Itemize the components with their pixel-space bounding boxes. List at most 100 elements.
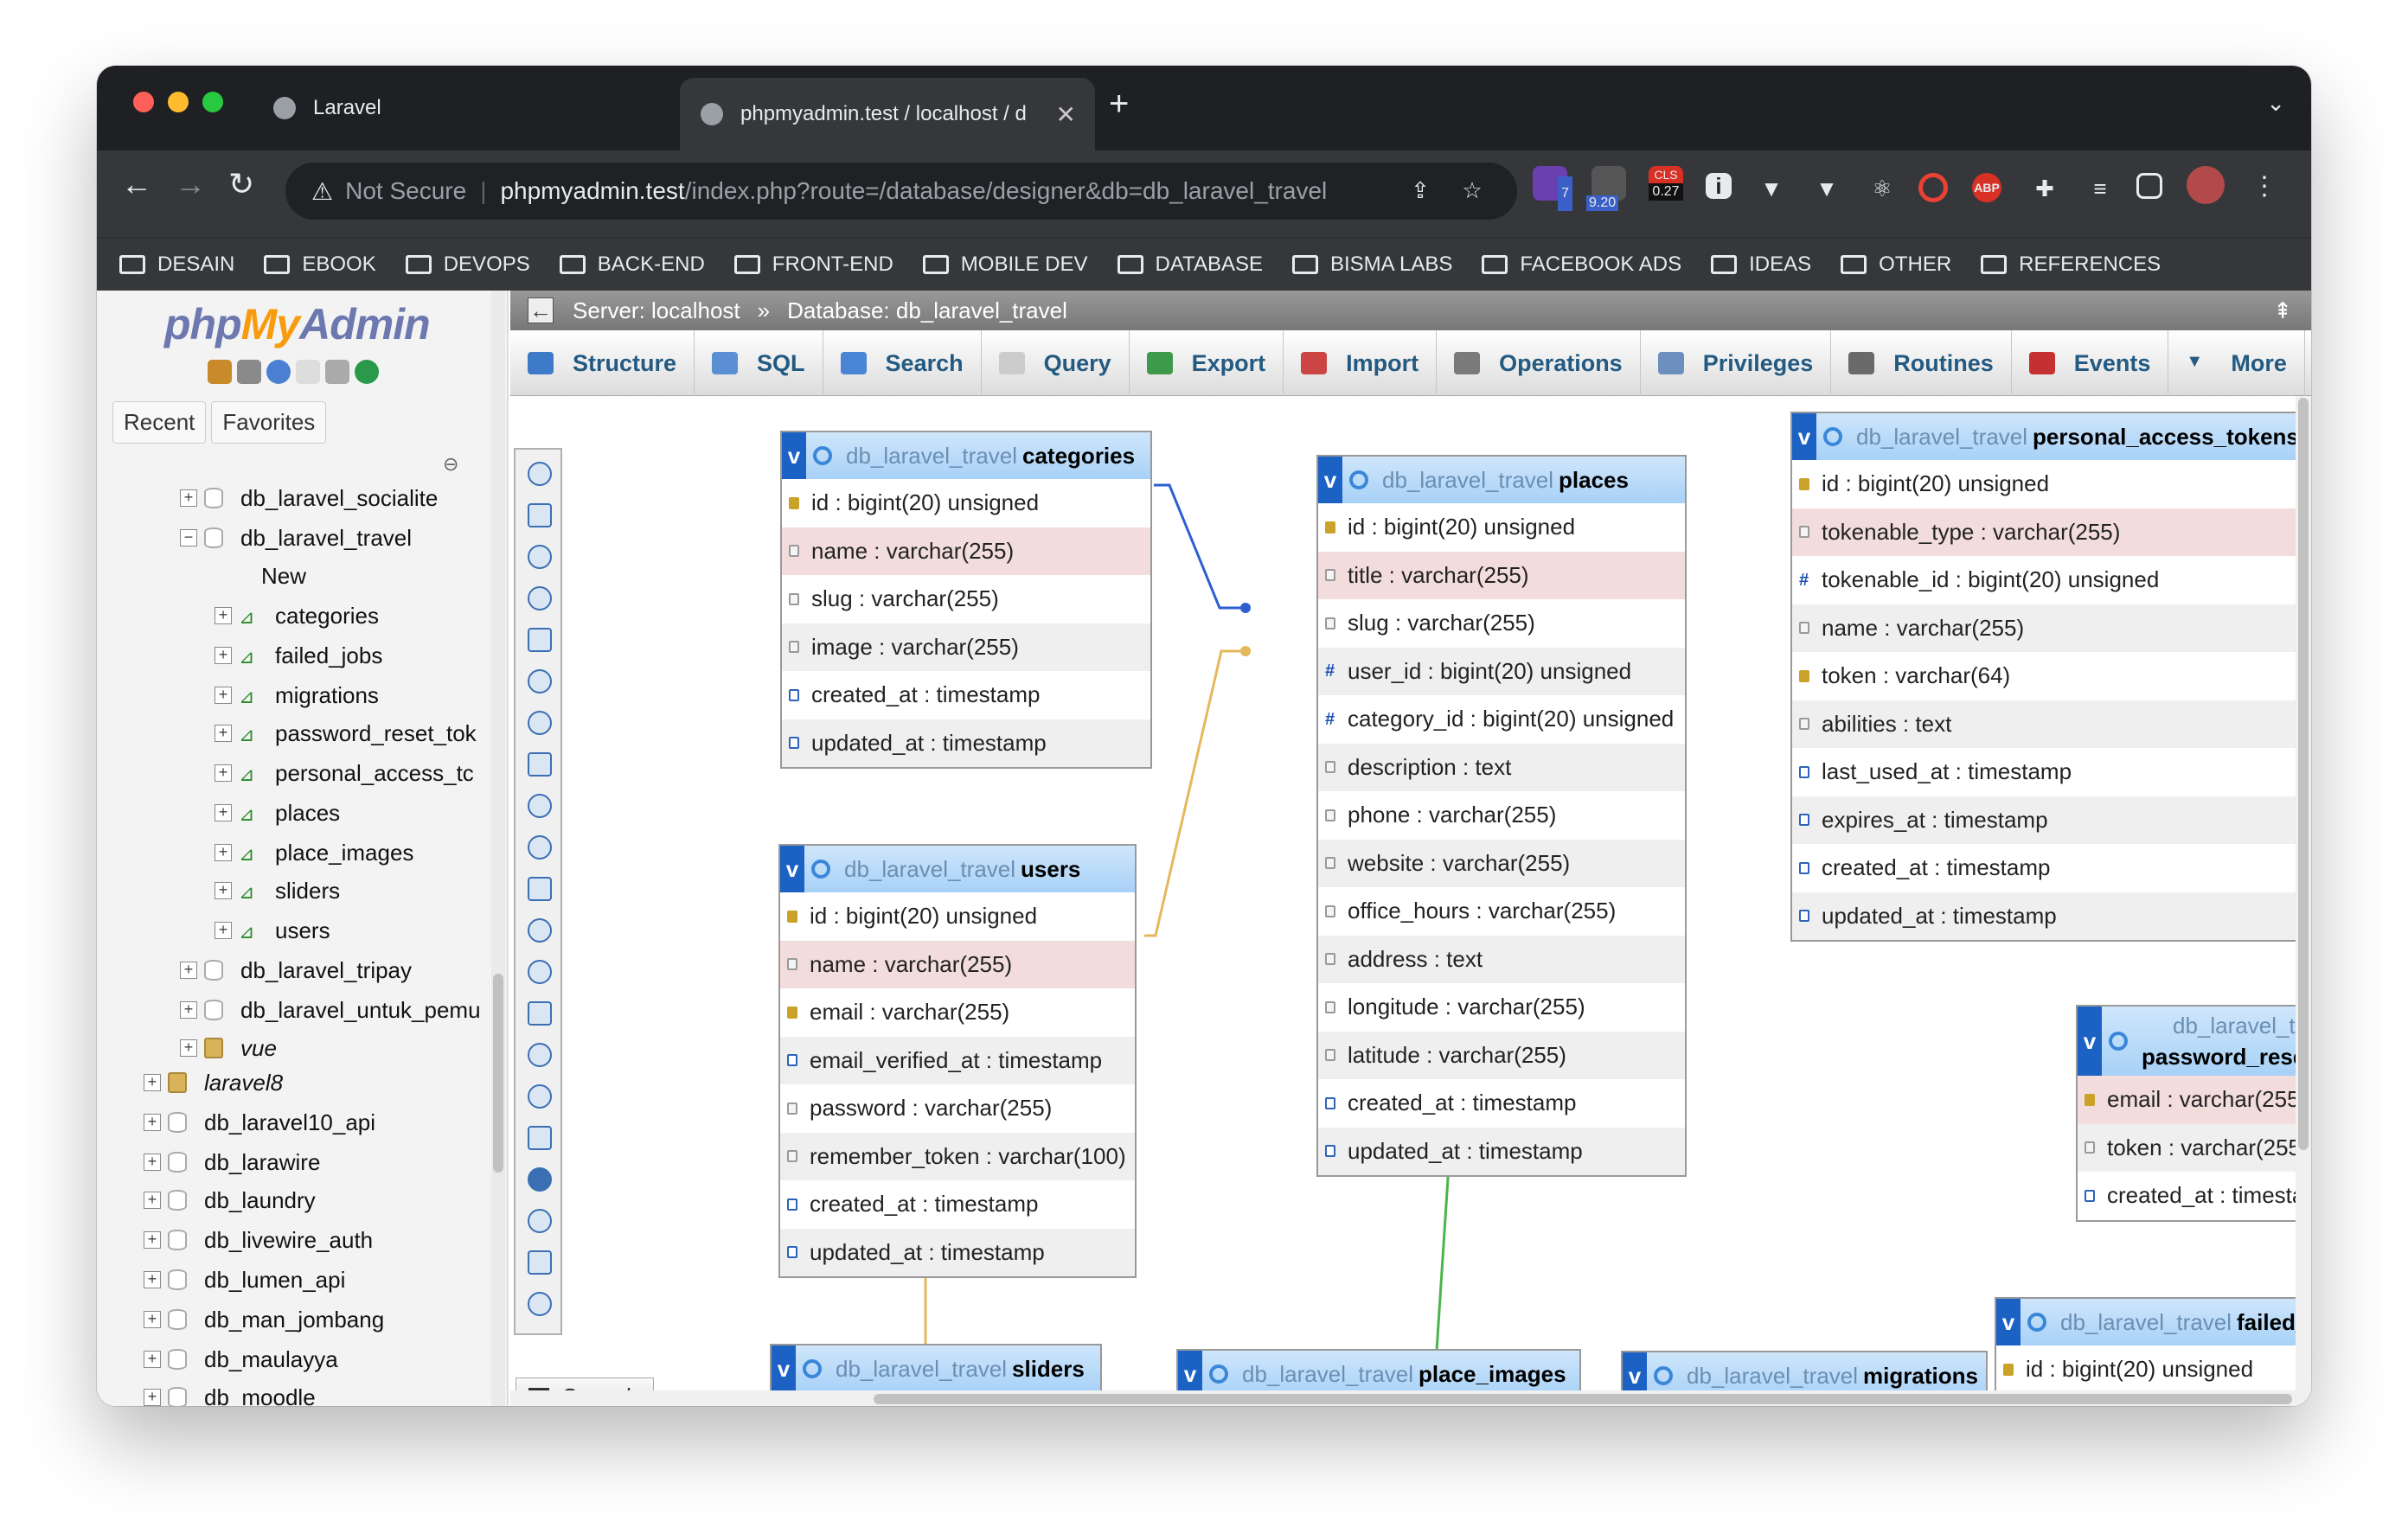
table-column-row[interactable]: name : varchar(255) <box>1792 604 2296 652</box>
tree-item[interactable]: + db_laundry <box>144 1181 316 1219</box>
close-window-button[interactable] <box>133 92 154 112</box>
bookmark-folder[interactable]: DATABASE <box>1117 252 1263 277</box>
expand-icon[interactable]: + <box>215 922 232 939</box>
table-column-row[interactable]: title : varchar(255) <box>1318 551 1685 599</box>
menu-tab-import[interactable]: Import <box>1284 330 1438 396</box>
table-column-row[interactable]: phone : varchar(255) <box>1318 791 1685 840</box>
tree-item[interactable]: + ⊿ categories <box>215 597 379 635</box>
expand-icon[interactable]: + <box>144 1311 161 1328</box>
table-column-row[interactable]: tokenable_type : varchar(255) <box>1792 508 2296 556</box>
table-options-icon[interactable] <box>813 446 832 465</box>
table-column-row[interactable]: updated_at : timestamp <box>780 1228 1135 1276</box>
menu-tab-search[interactable]: Search <box>823 330 982 396</box>
tree-item[interactable]: New <box>215 557 306 595</box>
tree-item[interactable]: + vue <box>180 1029 277 1067</box>
back-icon[interactable]: ← <box>121 166 152 202</box>
table-column-row[interactable]: image : varchar(255) <box>782 623 1150 671</box>
designer-tool-icon[interactable] <box>528 877 552 901</box>
favorites-button[interactable]: Favorites <box>211 401 327 444</box>
menu-tab-more[interactable]: ▼ More <box>2168 330 2305 396</box>
forward-icon[interactable]: → <box>175 166 206 202</box>
designer-tool-icon[interactable] <box>528 503 552 527</box>
table-header[interactable]: v db_laravel_travelfailed_jobs <box>1996 1299 2296 1345</box>
browser-menu-icon[interactable]: ⋮ <box>2247 169 2282 204</box>
toggle-columns-icon[interactable]: v <box>772 1345 796 1392</box>
tree-item[interactable]: − db_laravel_travel <box>180 519 412 557</box>
vue-icon[interactable]: ▼ <box>1809 171 1844 206</box>
collapse-icon[interactable]: − <box>180 529 197 546</box>
tree-item[interactable]: + db_maulayya <box>144 1340 338 1378</box>
settings-gear-icon[interactable] <box>325 360 349 384</box>
tree-item[interactable]: + db_livewire_auth <box>144 1221 373 1259</box>
table-column-row[interactable]: # user_id : bigint(20) unsigned <box>1318 647 1685 695</box>
table-header[interactable]: v db_laravel_travel categories <box>782 432 1150 479</box>
bookmark-folder[interactable]: IDEAS <box>1711 252 1811 277</box>
bookmark-folder[interactable]: BACK-END <box>559 252 705 277</box>
expand-icon[interactable]: + <box>180 489 197 507</box>
vue-devtools-icon[interactable]: ▼ <box>1754 171 1789 206</box>
table-column-row[interactable]: address : text <box>1318 935 1685 983</box>
reload-nav-icon[interactable] <box>355 360 379 384</box>
designer-table-password-reset-tokens[interactable]: v db_laravel_travel password_reset_tokerem… <box>2076 1005 2296 1222</box>
table-column-row[interactable]: id : bigint(20) unsigned <box>1792 460 2296 508</box>
table-column-row[interactable]: created_at : timestamp <box>1792 844 2296 892</box>
address-bar[interactable]: ⚠ Not Secure | phpmyadmin.test /index.ph… <box>285 163 1517 220</box>
expand-icon[interactable]: + <box>215 687 232 704</box>
extensions-puzzle-icon[interactable]: ✚ <box>2027 171 2062 206</box>
bookmark-folder[interactable]: OTHER <box>1841 252 1951 277</box>
tree-item[interactable]: + db_laravel_untuk_pemu <box>180 991 481 1029</box>
designer-tool-icon[interactable] <box>528 1250 552 1275</box>
table-column-row[interactable]: created_at : timestamp <box>1318 1079 1685 1128</box>
table-column-row[interactable]: # category_id : bigint(20) unsigned <box>1318 695 1685 744</box>
menu-tab-events[interactable]: Events <box>2012 330 2169 396</box>
table-options-icon[interactable] <box>2109 1032 2128 1051</box>
designer-table-categories[interactable]: v db_laravel_travel categories id : bigint(… <box>780 431 1152 769</box>
table-column-row[interactable]: token : varchar(64) <box>1792 652 2296 700</box>
table-options-icon[interactable] <box>803 1359 822 1378</box>
chrome-icon[interactable] <box>1918 173 1948 202</box>
menu-tab-query[interactable]: Query <box>982 330 1130 396</box>
expand-icon[interactable]: + <box>215 882 232 899</box>
table-column-row[interactable]: id : bigint(20) unsigned <box>782 479 1150 527</box>
expand-icon[interactable]: + <box>144 1074 161 1091</box>
share-icon[interactable]: ⇪ <box>1403 173 1438 208</box>
tree-item[interactable]: + ⊿ failed_jobs <box>215 636 382 674</box>
adblock-icon[interactable]: ABP <box>1972 173 2001 202</box>
table-options-icon[interactable] <box>2027 1313 2046 1332</box>
reading-list-icon[interactable]: ≡ <box>2083 171 2117 206</box>
profile-avatar[interactable] <box>2187 166 2225 204</box>
scroll-top-icon[interactable]: ⇞ <box>2273 297 2292 324</box>
breadcrumb-server[interactable]: Server: localhost <box>573 297 740 324</box>
toggle-columns-icon[interactable]: v <box>1996 1299 2021 1345</box>
toggle-columns-icon[interactable]: v <box>780 846 804 892</box>
designer-tool-icon[interactable] <box>528 586 552 610</box>
designer-tool-icon[interactable] <box>528 1043 552 1067</box>
table-options-icon[interactable] <box>1654 1366 1673 1385</box>
close-tab-icon[interactable]: ✕ <box>1056 100 1076 129</box>
designer-tool-icon[interactable] <box>528 628 552 652</box>
designer-tool-icon[interactable] <box>528 1209 552 1233</box>
designer-table-personal-access-tokens[interactable]: v db_laravel_travel personal_access_tokens… <box>1790 412 2296 942</box>
menu-tab-operations[interactable]: Operations <box>1437 330 1641 396</box>
table-header[interactable]: v db_laravel_travel places <box>1318 457 1685 503</box>
extension-purple-icon[interactable]: 7 <box>1533 166 1572 211</box>
bookmark-folder[interactable]: FACEBOOK ADS <box>1482 252 1681 277</box>
designer-tool-icon[interactable] <box>528 918 552 943</box>
table-column-row[interactable]: latitude : varchar(255) <box>1318 1031 1685 1079</box>
expand-icon[interactable]: + <box>215 607 232 624</box>
info-extension-icon[interactable]: i <box>1706 173 1732 199</box>
expand-icon[interactable]: + <box>215 764 232 782</box>
designer-tool-icon[interactable] <box>528 711 552 735</box>
tree-item[interactable]: + db_larawire <box>144 1143 320 1181</box>
expand-icon[interactable]: + <box>144 1114 161 1131</box>
bookmark-folder[interactable]: BISMA LABS <box>1291 252 1452 277</box>
designer-tool-icon[interactable] <box>528 462 552 486</box>
table-column-row[interactable]: slug : varchar(255) <box>782 575 1150 623</box>
tree-item[interactable]: + ⊿ personal_access_tc <box>215 754 474 792</box>
table-column-row[interactable]: created_at : timestamp <box>2078 1172 2296 1220</box>
table-column-row[interactable]: abilities : text <box>1792 700 2296 748</box>
table-column-row[interactable]: id : bigint(20) unsigned <box>1318 503 1685 552</box>
toggle-columns-icon[interactable]: v <box>2078 1007 2102 1076</box>
tree-item[interactable]: + db_man_jombang <box>144 1301 384 1339</box>
toggle-columns-icon[interactable]: v <box>782 432 806 479</box>
